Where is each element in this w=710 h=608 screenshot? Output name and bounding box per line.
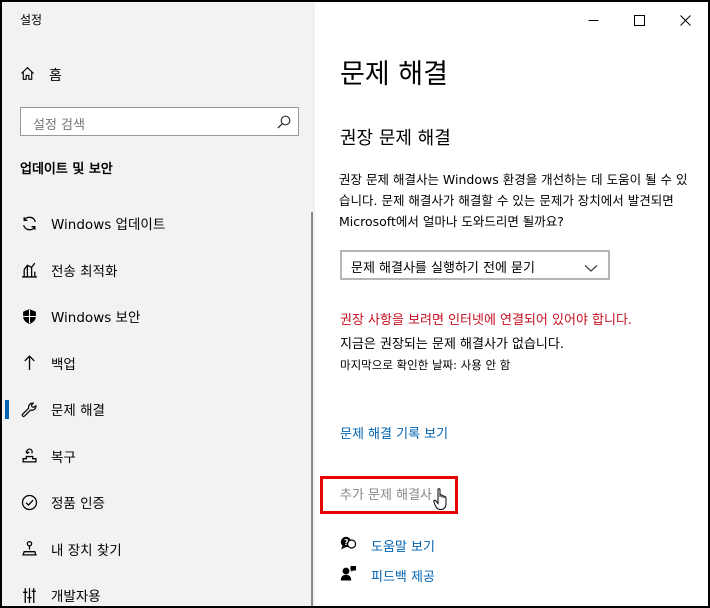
search-icon[interactable] <box>276 114 292 134</box>
chevron-down-icon <box>584 259 598 278</box>
help-link[interactable]: 도움말 보기 <box>371 536 435 555</box>
search-placeholder: 설정 검색 <box>33 118 85 133</box>
no-recommendations-text: 지금은 권장되는 문제 해결사가 없습니다. <box>340 337 564 352</box>
sidebar-item-recovery[interactable]: 복구 <box>2 433 315 480</box>
sidebar-item-label: 개발자용 <box>51 589 101 606</box>
feedback-row[interactable]: 피드백 제공 <box>340 565 435 585</box>
search-input[interactable]: 설정 검색 <box>20 107 299 136</box>
sidebar-item-delivery-optimization[interactable]: 전송 최적화 <box>2 247 315 294</box>
shield-icon <box>20 307 38 325</box>
sidebar-item-windows-security[interactable]: Windows 보안 <box>2 293 315 340</box>
home-nav-item[interactable]: 홈 <box>20 65 62 85</box>
minimize-button[interactable] <box>570 2 616 38</box>
sidebar-item-backup[interactable]: 백업 <box>2 340 315 387</box>
maximize-icon <box>633 11 645 30</box>
svg-text:?: ? <box>344 538 348 547</box>
recovery-icon <box>20 447 38 465</box>
sidebar-item-label: 백업 <box>51 356 76 373</box>
close-icon <box>679 11 691 30</box>
dropdown-value: 문제 해결사를 실행하기 전에 묻기 <box>351 261 535 276</box>
sidebar-item-find-my-device[interactable]: 내 장치 찾기 <box>2 526 315 573</box>
sidebar-nav: Windows 업데이트 전송 최적화 Windows 보안 백업 문제 해결 … <box>2 200 315 606</box>
sidebar-item-label: Windows 보안 <box>51 310 141 327</box>
settings-window: 설정 홈 설정 검색 업데이트 및 보안 Windows 업데이트 전송 최적화… <box>0 0 710 608</box>
sync-icon <box>20 214 38 232</box>
sidebar-item-label: 전송 최적화 <box>51 263 118 280</box>
feedback-link[interactable]: 피드백 제공 <box>371 566 435 585</box>
sidebar-item-label: Windows 업데이트 <box>51 217 166 234</box>
description-text: 권장 문제 해결사는 Windows 환경을 개선하는 데 도움이 될 수 있습… <box>339 172 688 229</box>
developer-icon <box>20 586 38 604</box>
main-content: 문제 해결 권장 문제 해결 권장 문제 해결사는 Windows 환경을 개선… <box>315 2 708 606</box>
sidebar: 설정 홈 설정 검색 업데이트 및 보안 Windows 업데이트 전송 최적화… <box>2 2 315 606</box>
section-title: 업데이트 및 보안 <box>20 162 113 177</box>
backup-arrow-icon <box>20 354 38 372</box>
minimize-icon <box>588 11 599 30</box>
internet-warning: 권장 사항을 보려면 인터넷에 연결되어 있어야 합니다. <box>340 313 633 328</box>
delivery-optimization-icon <box>20 261 38 279</box>
page-title: 문제 해결 <box>340 59 448 90</box>
app-title: 설정 <box>20 13 43 27</box>
sidebar-item-activation[interactable]: 정품 인증 <box>2 479 315 526</box>
feedback-person-icon <box>340 565 357 585</box>
sidebar-item-label: 정품 인증 <box>51 496 105 513</box>
sidebar-scrollbar[interactable] <box>311 212 313 606</box>
sidebar-item-troubleshoot[interactable]: 문제 해결 <box>2 386 315 433</box>
additional-troubleshooters-link[interactable]: 추가 문제 해결사 <box>340 484 432 503</box>
find-device-icon <box>20 540 38 558</box>
maximize-button[interactable] <box>616 2 662 38</box>
help-chat-icon: ? <box>340 535 357 555</box>
window-controls <box>570 2 708 38</box>
hand-cursor-icon <box>433 488 449 515</box>
check-circle-icon <box>20 493 38 511</box>
sidebar-item-developers[interactable]: 개발자용 <box>2 572 315 606</box>
troubleshoot-preference-dropdown[interactable]: 문제 해결사를 실행하기 전에 묻기 <box>340 250 610 280</box>
sidebar-item-label: 문제 해결 <box>51 403 105 420</box>
wrench-icon <box>20 400 38 418</box>
help-row[interactable]: ? 도움말 보기 <box>340 535 435 555</box>
last-checked-text: 마지막으로 확인한 날짜: 사용 안 함 <box>340 358 511 372</box>
home-label: 홈 <box>49 68 62 84</box>
home-icon <box>20 66 35 85</box>
troubleshoot-history-link[interactable]: 문제 해결 기록 보기 <box>340 423 448 442</box>
close-button[interactable] <box>662 2 708 38</box>
section-heading: 권장 문제 해결 <box>340 128 451 149</box>
sidebar-item-label: 복구 <box>51 449 76 466</box>
sidebar-item-windows-update[interactable]: Windows 업데이트 <box>2 200 315 247</box>
sidebar-item-label: 내 장치 찾기 <box>51 542 122 559</box>
